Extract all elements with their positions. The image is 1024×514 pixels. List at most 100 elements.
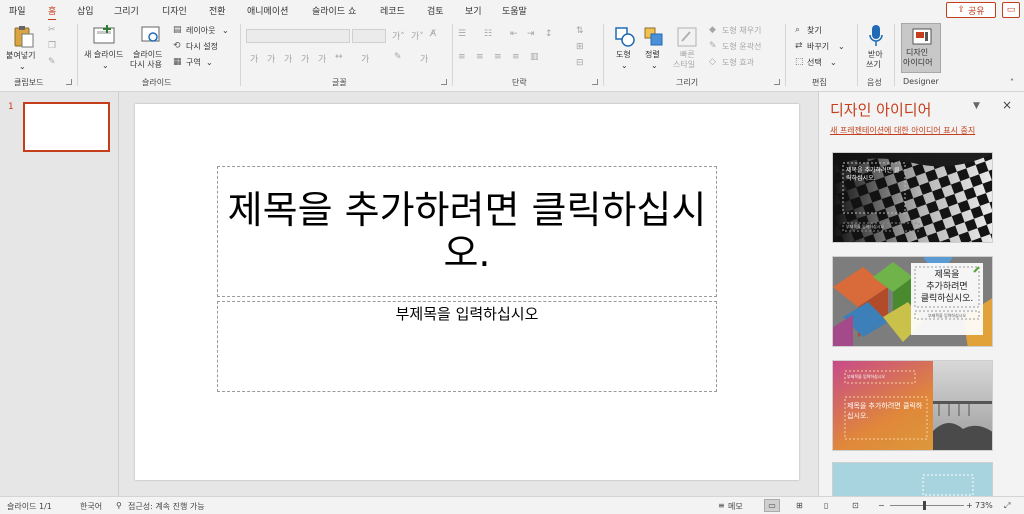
section-button[interactable]: 구역 <box>186 58 201 68</box>
tab-design[interactable]: 디자인 <box>162 4 187 17</box>
replace-dropdown-icon[interactable]: ⌄ <box>838 42 845 52</box>
format-painter-icon[interactable]: ✎ <box>48 57 56 67</box>
zoom-slider-thumb[interactable] <box>923 501 926 510</box>
align-left-icon[interactable]: ≡ <box>458 52 466 62</box>
pane-options-icon[interactable]: ▼ <box>973 101 980 111</box>
design-idea-4[interactable] <box>832 462 993 496</box>
clipboard-launcher-icon[interactable] <box>66 79 72 85</box>
font-name-combo[interactable] <box>246 29 350 43</box>
shape-fill-button[interactable]: 도형 채우기 <box>722 26 761 36</box>
layout-icon[interactable]: ▤ <box>173 25 182 35</box>
title-placeholder[interactable]: 제목을 추가하려면 클릭하십시오. <box>217 166 717 297</box>
tab-slideshow[interactable]: 슬라이드 쇼 <box>312 4 356 17</box>
tab-view[interactable]: 보기 <box>465 4 482 17</box>
slideshow-view-icon[interactable]: ⊡ <box>852 501 859 510</box>
replace-icon[interactable]: ⇄ <box>795 41 803 51</box>
strikethrough-icon[interactable]: 가 <box>301 52 309 65</box>
copy-icon[interactable]: ❐ <box>48 41 56 51</box>
tab-file[interactable]: 파일 <box>9 4 26 17</box>
slide-canvas[interactable]: 제목을 추가하려면 클릭하십시오. 부제목을 입력하십시오 <box>135 104 799 480</box>
find-button[interactable]: 찾기 <box>807 26 822 36</box>
collapse-ribbon-icon[interactable]: ˄ <box>1010 78 1014 88</box>
shape-outline-button[interactable]: 도형 윤곽선 <box>722 42 761 52</box>
cut-icon[interactable]: ✂ <box>48 25 56 35</box>
dictate-button[interactable]: 받아 <box>868 50 883 60</box>
tab-home[interactable]: 홈 <box>48 4 57 21</box>
reset-button[interactable]: 다시 설정 <box>186 42 218 52</box>
new-slide-button[interactable]: 새 슬라이드 <box>84 50 123 60</box>
bullets-icon[interactable]: ☰ <box>458 29 466 39</box>
slide-sorter-icon[interactable]: ⊞ <box>796 501 803 510</box>
change-case-icon[interactable]: 가 <box>361 52 369 65</box>
shadow-icon[interactable]: 가 <box>318 52 326 65</box>
highlight-icon[interactable]: ✎ <box>394 52 402 62</box>
increase-indent-icon[interactable]: ⇥ <box>527 29 535 39</box>
zoom-in-icon[interactable]: + <box>966 501 973 510</box>
align-text-icon[interactable]: ⊞ <box>576 42 584 52</box>
quick-styles-icon[interactable] <box>676 26 698 48</box>
microphone-icon[interactable] <box>868 24 884 48</box>
tab-review[interactable]: 검토 <box>427 4 444 17</box>
arrange-dropdown-icon[interactable]: ⌄ <box>651 61 658 71</box>
subtitle-placeholder[interactable]: 부제목을 입력하십시오 <box>217 301 717 392</box>
select-button[interactable]: 선택 <box>807 58 822 68</box>
select-dropdown-icon[interactable]: ⌄ <box>830 58 837 68</box>
align-center-icon[interactable]: ≡ <box>476 52 484 62</box>
paste-button[interactable]: 붙여넣기 <box>6 51 35 61</box>
zoom-level[interactable]: 73% <box>975 501 993 510</box>
comments-button[interactable]: ▭ <box>1002 2 1020 18</box>
design-idea-2[interactable]: 제목을 추가하려면 클릭하십시오. 부제목을 입력하십시오 <box>832 256 993 347</box>
decrease-indent-icon[interactable]: ⇤ <box>510 29 518 39</box>
arrange-icon[interactable] <box>643 26 665 48</box>
section-dropdown-icon[interactable]: ⌄ <box>206 58 213 68</box>
numbering-icon[interactable]: ☷ <box>484 29 492 39</box>
smartart-icon[interactable]: ⊟ <box>576 58 584 68</box>
line-spacing-icon[interactable]: ↕ <box>545 29 553 39</box>
tab-transitions[interactable]: 전환 <box>209 4 226 17</box>
shape-effects-button[interactable]: 도형 효과 <box>722 58 754 68</box>
new-slide-icon[interactable] <box>93 24 117 46</box>
layout-button[interactable]: 레이아웃 <box>186 26 215 36</box>
designer-button[interactable]: 디자인 아이디어 <box>901 23 941 73</box>
slide-thumbnail[interactable] <box>23 102 110 152</box>
layout-dropdown-icon[interactable]: ⌄ <box>222 26 229 36</box>
columns-icon[interactable]: ▥ <box>530 52 539 62</box>
shapes-button[interactable]: 도형 <box>616 50 631 60</box>
shape-fill-icon[interactable]: ◆ <box>709 25 716 35</box>
clear-format-icon[interactable]: A̸ <box>430 29 436 39</box>
tab-animations[interactable]: 애니메이션 <box>247 4 288 17</box>
paragraph-launcher-icon[interactable] <box>592 79 598 85</box>
reuse-slides-icon[interactable] <box>140 24 162 46</box>
arrange-button[interactable]: 정렬 <box>645 50 660 60</box>
tab-insert[interactable]: 삽입 <box>77 4 94 17</box>
justify-icon[interactable]: ≡ <box>512 52 520 62</box>
italic-icon[interactable]: 가 <box>267 52 275 65</box>
tab-help[interactable]: 도움말 <box>502 4 527 17</box>
notes-icon[interactable]: ≡ <box>718 501 725 510</box>
decrease-font-icon[interactable]: 가˅ <box>411 29 424 42</box>
share-button[interactable]: ⇪ 공유 <box>946 2 996 18</box>
drawing-launcher-icon[interactable] <box>774 79 780 85</box>
increase-font-icon[interactable]: 가˄ <box>392 29 405 42</box>
bold-icon[interactable]: 가 <box>250 52 258 65</box>
language-indicator[interactable]: 한국어 <box>80 501 102 512</box>
zoom-out-icon[interactable]: − <box>878 501 885 510</box>
fit-to-window-icon[interactable]: ⤢ <box>1004 501 1010 511</box>
tab-record[interactable]: 레코드 <box>380 4 405 17</box>
notes-button[interactable]: 메모 <box>728 501 743 512</box>
select-icon[interactable]: ⬚ <box>795 57 804 67</box>
reset-icon[interactable]: ⟲ <box>173 41 181 51</box>
design-idea-1[interactable]: 제목을 추가하려면 클릭하십시오. 부제목을 입력하십시오 <box>832 152 993 243</box>
paste-icon[interactable] <box>12 25 34 49</box>
shapes-icon[interactable] <box>614 26 636 48</box>
reading-view-icon[interactable]: ▯ <box>824 501 828 510</box>
spacing-icon[interactable]: ↔ <box>335 52 343 62</box>
align-right-icon[interactable]: ≡ <box>494 52 502 62</box>
stop-showing-ideas-link[interactable]: 새 프레젠테이션에 대한 아이디어 표시 중지 <box>830 125 975 136</box>
shapes-dropdown-icon[interactable]: ⌄ <box>621 61 628 71</box>
font-launcher-icon[interactable] <box>441 79 447 85</box>
find-icon[interactable]: ⌕ <box>795 25 800 35</box>
close-icon[interactable]: × <box>1002 98 1012 112</box>
zoom-slider[interactable] <box>890 505 964 506</box>
section-icon[interactable]: ▦ <box>173 57 182 67</box>
